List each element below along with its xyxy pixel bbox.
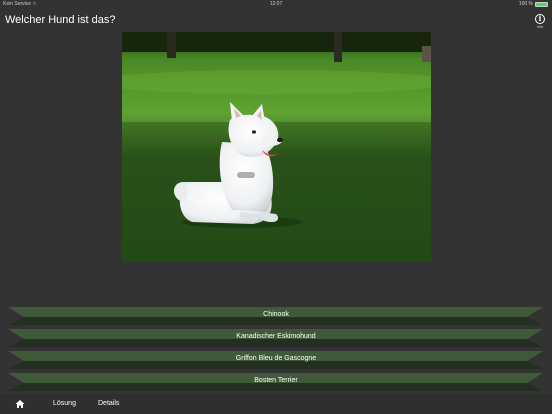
answer-label: Bosten Terrier — [254, 377, 298, 384]
answer-button-4[interactable]: Bosten Terrier — [0, 372, 552, 391]
tab-bar: Lösung Details — [0, 394, 552, 414]
battery-fill — [536, 3, 547, 6]
answer-button-1[interactable]: Chinook — [0, 306, 552, 325]
dog-photo-image — [122, 32, 431, 262]
answer-label: Griffon Bleu de Gascogne — [235, 355, 317, 362]
info-label: Info — [536, 24, 544, 29]
tab-details[interactable]: Details — [98, 400, 119, 407]
tab-solution[interactable]: Lösung — [53, 400, 76, 407]
quiz-screen: Kein Service ≈ 12:07 100 % Welcher Hund i… — [0, 0, 552, 414]
status-bar: Kein Service ≈ 12:07 100 % — [0, 0, 552, 9]
info-icon: i — [535, 14, 545, 24]
answer-label: Kanadischer Eskimohund — [236, 333, 316, 340]
status-time: 12:07 — [269, 1, 283, 7]
battery-percent: 100 % — [518, 1, 533, 7]
info-button[interactable]: i Info — [534, 14, 546, 30]
battery-icon — [535, 2, 548, 7]
dog-photo — [122, 32, 431, 262]
page-title: Welcher Hund ist das? — [5, 14, 116, 26]
home-icon[interactable] — [15, 399, 25, 409]
answer-button-3[interactable]: Griffon Bleu de Gascogne — [0, 350, 552, 369]
answer-label: Chinook — [263, 311, 289, 318]
answer-button-2[interactable]: Kanadischer Eskimohund — [0, 328, 552, 347]
